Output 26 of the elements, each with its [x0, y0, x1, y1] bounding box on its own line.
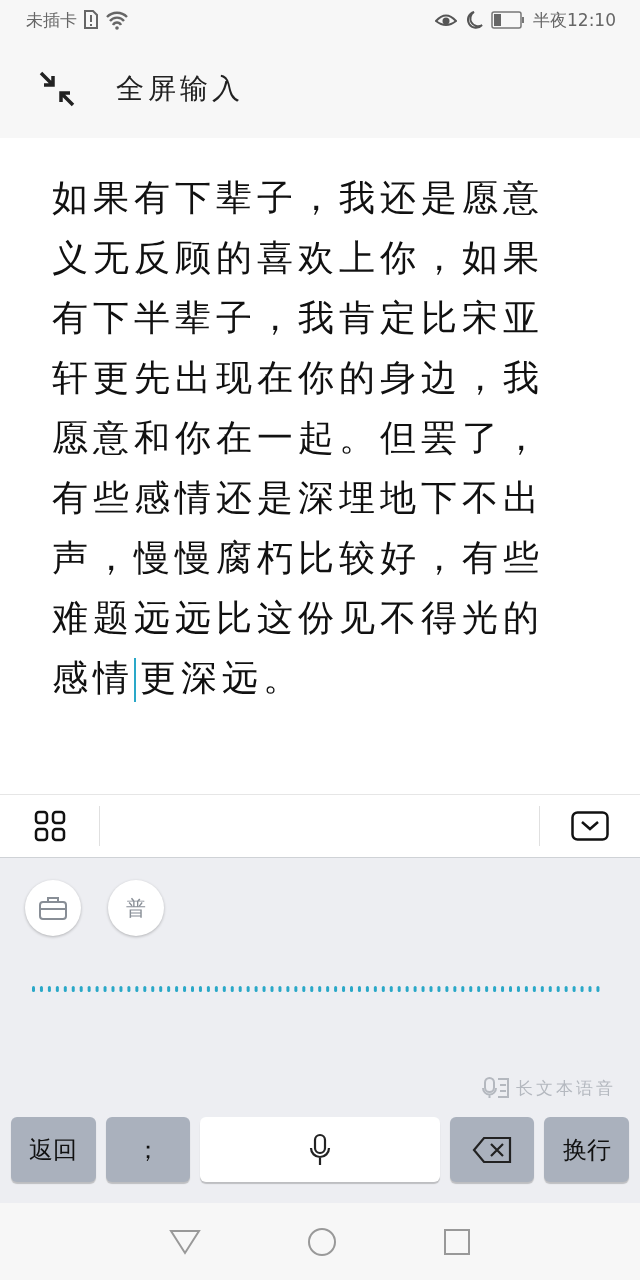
- key[interactable]: 返回: [11, 1117, 96, 1182]
- carrier-text: 未插卡: [26, 8, 77, 32]
- back-icon[interactable]: [169, 1227, 201, 1256]
- recents-icon[interactable]: [443, 1227, 471, 1256]
- microphone-icon: [309, 1132, 331, 1167]
- wifi-icon: [105, 10, 129, 30]
- voice-text-icon: [482, 1076, 510, 1100]
- backspace-key[interactable]: [449, 1117, 535, 1182]
- moon-icon: [465, 10, 483, 30]
- key[interactable]: 换行: [544, 1117, 629, 1182]
- collapse-icon[interactable]: [38, 70, 76, 108]
- text-cursor: [134, 658, 136, 702]
- home-icon[interactable]: [307, 1226, 337, 1257]
- battery-icon: [491, 11, 525, 29]
- backspace-icon: [471, 1135, 512, 1164]
- eye-icon: [435, 12, 457, 28]
- briefcase-icon: [38, 895, 68, 921]
- key[interactable]: ；: [105, 1117, 191, 1182]
- hide-keyboard-icon[interactable]: [571, 811, 609, 841]
- sim-alert-icon: [83, 10, 99, 30]
- clock-text: 半夜12:10: [533, 8, 616, 32]
- page-title: 全屏输入: [116, 71, 244, 107]
- grid-icon[interactable]: [34, 810, 66, 842]
- text-input-area[interactable]: 如果有下辈子，我还是愿意义无反顾的喜欢上你，如果有下半辈子，我肯定比宋亚轩更先出现在你的身边，我愿意和你在一起。但罢了，有些感情还是深埋地下不出声，慢慢腐朽比较好，有些难题远远比这份见不得光的感情 更深远。: [52, 168, 557, 708]
- toolbox-button[interactable]: [25, 880, 81, 936]
- long-voice-text: 长文本语音: [516, 1076, 616, 1100]
